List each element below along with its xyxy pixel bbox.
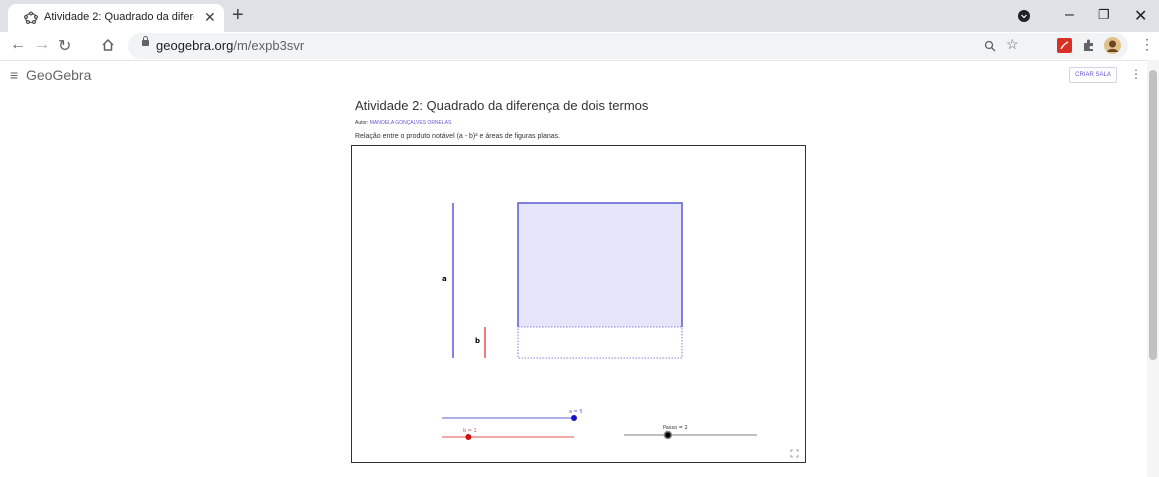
page-description: Relação entre o produto notável (a - b)²…: [355, 133, 561, 140]
minimize-icon[interactable]: –: [1065, 6, 1074, 24]
extensions-puzzle-icon[interactable]: [1082, 39, 1095, 52]
back-icon[interactable]: ←: [10, 36, 26, 54]
tab-title: Atividade 2: Quadrado da diferen: [44, 11, 194, 23]
slider-passo-knob[interactable]: [663, 430, 673, 440]
geogebra-logo[interactable]: GeoGebra: [26, 67, 91, 83]
geogebra-favicon-icon: [24, 11, 38, 24]
author-link[interactable]: MANOELA GONÇALVES ORNELAS: [370, 120, 452, 126]
new-tab-button[interactable]: +: [232, 4, 244, 26]
profile-dropdown-icon[interactable]: [1018, 10, 1030, 22]
slider-a-knob[interactable]: [571, 415, 577, 421]
lock-icon: [142, 36, 149, 46]
scrollbar-thumb[interactable]: [1149, 70, 1157, 360]
slider-passo-label: Passo = 2: [663, 425, 688, 431]
page-scrollbar[interactable]: [1147, 60, 1159, 477]
geogebra-header: ≡ GeoGebra CRIAR SALA ⋮: [0, 60, 1147, 91]
author-line: Autor: MANOELA GONÇALVES ORNELAS: [355, 120, 452, 126]
address-bar[interactable]: geogebra.org/m/expb3svr ☆: [128, 33, 1128, 59]
url-text: geogebra.org/m/expb3svr: [156, 38, 305, 53]
fullscreen-icon[interactable]: [790, 449, 799, 458]
home-icon[interactable]: [101, 38, 115, 52]
label-a: a: [442, 275, 447, 283]
slider-b-knob[interactable]: [465, 434, 472, 440]
avatar[interactable]: [1104, 37, 1121, 54]
browser-toolbar: ← → ↻ geogebra.org/m/expb3svr ☆ ⋮: [0, 32, 1159, 60]
close-tab-icon[interactable]: ✕: [204, 9, 216, 26]
restore-icon[interactable]: ❐: [1098, 7, 1110, 23]
slider-a-label: a = 5: [569, 409, 583, 415]
square-fill: [518, 203, 682, 327]
browser-tab[interactable]: Atividade 2: Quadrado da diferen ✕: [8, 4, 224, 32]
pdf-extension-icon[interactable]: [1057, 38, 1072, 53]
bookmark-star-icon[interactable]: ☆: [1006, 36, 1019, 53]
page-title: Atividade 2: Quadrado da diferença de do…: [355, 98, 649, 113]
browser-menu-icon[interactable]: ⋮: [1140, 36, 1154, 53]
dashed-strip: [517, 326, 683, 359]
close-window-icon[interactable]: ✕: [1134, 6, 1147, 26]
forward-icon[interactable]: →: [34, 36, 50, 54]
browser-tab-bar: Atividade 2: Quadrado da diferen ✕ + – ❐…: [0, 0, 1159, 32]
applet-canvas[interactable]: a b a = 5 b = 1 Passo = 2: [352, 146, 805, 462]
criar-sala-button[interactable]: CRIAR SALA: [1069, 67, 1117, 83]
more-options-icon[interactable]: ⋮: [1130, 67, 1142, 81]
geogebra-applet[interactable]: a b a = 5 b = 1 Passo = 2: [351, 145, 806, 463]
reload-icon[interactable]: ↻: [58, 36, 71, 56]
slider-b-label: b = 1: [463, 428, 477, 434]
zoom-icon[interactable]: [984, 40, 996, 52]
label-b: b: [475, 337, 480, 345]
hamburger-menu-icon[interactable]: ≡: [10, 67, 18, 83]
